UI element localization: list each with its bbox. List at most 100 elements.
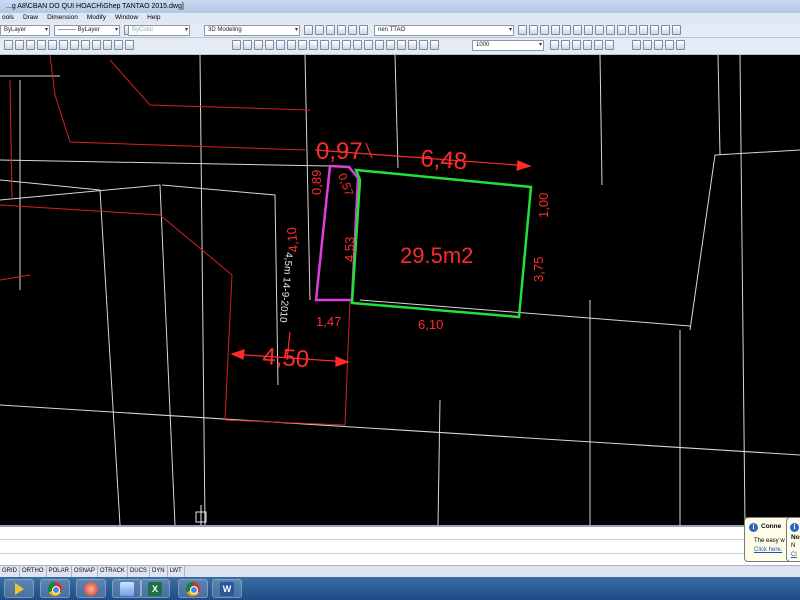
jogged-linear-icon[interactable] (397, 40, 406, 50)
workspace-combo-value: 3D Modeling (208, 27, 242, 33)
inspect-icon[interactable] (386, 40, 395, 50)
toggle-otrack[interactable]: OTRACK (98, 566, 128, 577)
menu-window[interactable]: Window (115, 13, 138, 23)
layer-merge-icon[interactable] (573, 25, 582, 35)
menu-draw[interactable]: Draw (23, 13, 38, 23)
annotation-sync-icon[interactable] (583, 40, 592, 50)
color-combo[interactable]: ByColor ▾ (128, 25, 190, 36)
dim-ordinate-icon[interactable] (265, 40, 274, 50)
layer-isolate-icon[interactable] (551, 25, 560, 35)
chevron-down-icon: ▾ (44, 27, 48, 33)
toggle-polar[interactable]: POLAR (47, 566, 72, 577)
dim-baseline-icon[interactable] (320, 40, 329, 50)
dim-edit-icon[interactable] (408, 40, 417, 50)
annotation-add-icon[interactable] (561, 40, 570, 50)
notification-balloon-2[interactable]: i No N Cl (786, 517, 800, 562)
layer-copy-icon[interactable] (650, 25, 659, 35)
scale-combo[interactable]: 1000 ▾ (472, 40, 544, 51)
toggle-osnap[interactable]: OSNAP (72, 566, 98, 577)
dim-diameter-icon[interactable] (287, 40, 296, 50)
notification-link[interactable]: Cl (791, 552, 797, 558)
menu-tools[interactable]: ools (2, 13, 14, 23)
toggle-ortho[interactable]: ORTHO (20, 566, 47, 577)
layer-off-icon[interactable] (595, 25, 604, 35)
dim-break-icon[interactable] (353, 40, 362, 50)
menu-dimension[interactable]: Dimension (47, 13, 78, 23)
dim-quick-icon[interactable] (309, 40, 318, 50)
dim-aligned-icon[interactable] (243, 40, 252, 50)
taskbar-chrome-2[interactable] (178, 579, 208, 598)
zoom-window-icon[interactable] (48, 40, 57, 50)
annotation-visibility-icon[interactable] (594, 40, 603, 50)
dim-space-icon[interactable] (342, 40, 351, 50)
tool-e-icon[interactable] (676, 40, 685, 50)
taskbar-app-blue[interactable] (112, 579, 142, 598)
layer-previous-icon[interactable] (518, 25, 527, 35)
toggle-lwt[interactable]: LWT (168, 566, 185, 577)
layer-unlock-icon[interactable] (628, 25, 637, 35)
dim-linear-icon[interactable] (232, 40, 241, 50)
menu-modify[interactable]: Modify (87, 13, 106, 23)
layer-change-icon[interactable] (639, 25, 648, 35)
design-center-icon[interactable] (81, 40, 90, 50)
drawing-canvas[interactable]: 0,97 6,48 1,00 3,75 29.5m2 6,10 1,47 0,8… (0, 55, 800, 525)
toggle-dyn[interactable]: DYN (150, 566, 168, 577)
redo-icon[interactable] (15, 40, 24, 50)
dim-text-edit-icon[interactable] (419, 40, 428, 50)
annotation-delete-icon[interactable] (572, 40, 581, 50)
taskbar-app-red[interactable] (76, 579, 106, 598)
calculator-icon[interactable] (125, 40, 134, 50)
layer-thaw-icon[interactable] (661, 25, 670, 35)
workspace-combo[interactable]: 3D Modeling ▾ (204, 25, 300, 36)
toggle-ducs[interactable]: DUCS (128, 566, 150, 577)
tolerance-icon[interactable] (364, 40, 373, 50)
notification-link[interactable]: Click here. (754, 547, 782, 553)
undo-icon[interactable] (4, 40, 13, 50)
settings-icon[interactable] (304, 25, 313, 35)
markup-icon[interactable] (114, 40, 123, 50)
menu-help[interactable]: Help (147, 13, 160, 23)
layer-match-icon[interactable] (540, 25, 549, 35)
linetype-combo[interactable]: ——— ByLayer ▾ (54, 25, 120, 36)
layer-lock-icon[interactable] (617, 25, 626, 35)
center-mark-icon[interactable] (375, 40, 384, 50)
layer-state-icon[interactable] (529, 25, 538, 35)
tool-a-icon[interactable] (632, 40, 641, 50)
tool-c-icon[interactable] (654, 40, 663, 50)
taskbar-word[interactable]: W (212, 579, 242, 598)
layers-icon[interactable] (315, 25, 324, 35)
color-combo-value: ByColor (132, 27, 154, 33)
layer-name-combo[interactable]: nen TTAO ▾ (374, 25, 514, 36)
lightbulb-icon[interactable] (326, 25, 335, 35)
taskbar-chrome[interactable] (40, 579, 70, 598)
tool-palettes-icon[interactable] (92, 40, 101, 50)
tool-b-icon[interactable] (643, 40, 652, 50)
dim-arc-icon[interactable] (254, 40, 263, 50)
annotation-auto-icon[interactable] (605, 40, 614, 50)
dim-continue-icon[interactable] (331, 40, 340, 50)
taskbar-media-player[interactable] (4, 579, 34, 598)
layer-walk-icon[interactable] (562, 25, 571, 35)
tool-d-icon[interactable] (665, 40, 674, 50)
layer-on-icon[interactable] (606, 25, 615, 35)
taskbar-excel[interactable]: X (140, 579, 170, 598)
toggle-grid[interactable]: GRID (0, 566, 20, 577)
annotation-scale-icon[interactable] (550, 40, 559, 50)
sheet-set-icon[interactable] (103, 40, 112, 50)
dim-update-icon[interactable] (430, 40, 439, 50)
parcel-lines (0, 55, 800, 525)
pan-icon[interactable] (26, 40, 35, 50)
dim-angular-icon[interactable] (298, 40, 307, 50)
dim-radius-icon[interactable] (276, 40, 285, 50)
freeze-icon[interactable] (337, 25, 346, 35)
color-square-icon[interactable] (359, 25, 368, 35)
lock-icon[interactable] (348, 25, 357, 35)
zoom-previous-icon[interactable] (59, 40, 68, 50)
layer-delete-icon[interactable] (584, 25, 593, 35)
command-line[interactable] (0, 525, 800, 565)
layer-freeze-icon[interactable] (672, 25, 681, 35)
autocad-window: ...g A8\CBAN DO QUI HOACH\Ghep TANTAO 20… (0, 0, 800, 600)
zoom-realtime-icon[interactable] (37, 40, 46, 50)
layer-combo[interactable]: ByLayer ▾ (0, 25, 50, 36)
properties-icon[interactable] (70, 40, 79, 50)
